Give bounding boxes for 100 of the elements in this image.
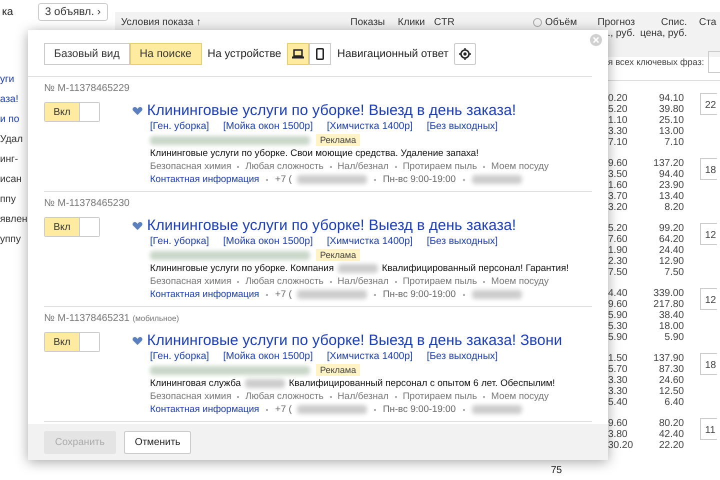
table-cell-text: 3.30 — [608, 375, 628, 386]
sitelink[interactable]: [Мойка окон 1500р] — [223, 351, 313, 362]
ads-count-button[interactable]: 3 объявл. › — [38, 3, 108, 21]
page-text: исан — [0, 174, 23, 185]
sitelink[interactable]: [Мойка окон 1500р] — [223, 121, 313, 132]
phone-icon — [316, 48, 324, 60]
table-cell-text: 5.90 — [664, 332, 684, 343]
bid-input[interactable]: 22 — [700, 93, 717, 115]
ad-title-link[interactable]: Клининговые услуги по уборке! Выезд в день заказа! — [147, 102, 516, 119]
table-cell-text: 23.90 — [658, 180, 684, 191]
ad-text: Клининговые услуги по уборке. Компания — [150, 263, 334, 274]
bid-input[interactable]: 18 — [700, 353, 717, 375]
table-cell-text: 3.30 — [608, 386, 628, 397]
sitelink[interactable]: [Мойка окон 1500р] — [223, 236, 313, 247]
ad-number: № M-11378465230 — [44, 198, 130, 209]
blurred-text — [472, 175, 522, 184]
table-cell-text: 13.40 — [658, 191, 684, 202]
ad-title-link[interactable]: Клининговые услуги по уборке! Выезд в день заказа! — [147, 217, 516, 234]
sitelink[interactable]: [Химчистка 1400р] — [326, 121, 413, 132]
device-toggle[interactable] — [309, 43, 332, 65]
separator-dot-icon — [374, 294, 376, 296]
table-cell-text: 38.40 — [658, 310, 684, 321]
table-cell: 30.20 — [608, 440, 634, 451]
separator-dot-icon — [237, 396, 240, 398]
callout-text: Нал/безнал — [338, 161, 389, 172]
view-tab[interactable]: Базовый вид — [44, 43, 130, 65]
blurred-text — [338, 264, 378, 273]
page-text: явлен — [0, 214, 28, 225]
target-button[interactable] — [454, 43, 476, 65]
bid-input[interactable]: 12 — [700, 223, 717, 245]
column-header: Ста — [698, 17, 718, 28]
blurred-text — [244, 379, 285, 388]
column-header: Условия показа ↑ — [121, 17, 202, 28]
ad-text: Квалифицированный персонал! Гарантия! — [382, 263, 569, 274]
sitelink[interactable]: [Ген. уборка] — [150, 236, 210, 247]
on-off-toggle[interactable]: Вкл — [44, 217, 100, 237]
callout-text: Нал/безнал — [338, 391, 389, 402]
hours-text: Пн-вс 9:00-19:00 — [382, 404, 456, 415]
table-cell-text: 137.90 — [652, 353, 684, 364]
bid-input[interactable]: 18 — [700, 158, 717, 180]
phone-text: +7 ( — [275, 289, 292, 300]
page-text: и по — [0, 114, 20, 125]
table-cell-text: 0.20 — [608, 93, 628, 104]
laptop-icon — [292, 49, 304, 59]
on-off-toggle[interactable]: Вкл — [44, 332, 100, 352]
sitelink[interactable]: [Без выходных] — [426, 121, 498, 132]
on-off-toggle[interactable]: Вкл — [44, 102, 100, 122]
view-tab[interactable]: На поиске — [130, 43, 202, 65]
ad-text: Квалифицированный персонал с опытом 6 лет. Обеспылим! — [288, 378, 556, 389]
separator-dot-icon — [462, 294, 465, 296]
separator-dot-icon — [483, 280, 486, 282]
table-cell-text: 18.00 — [658, 321, 684, 332]
bid-input[interactable]: 12 — [700, 288, 717, 310]
device-toggle[interactable] — [287, 43, 310, 65]
table-cell-text: 217.80 — [652, 299, 684, 310]
separator-dot-icon — [374, 408, 376, 410]
callout-text: Моем посуду — [491, 276, 549, 287]
separator-dot-icon — [237, 166, 240, 168]
column-header: ., руб. — [606, 28, 635, 39]
contact-info-link[interactable]: Контактная информация — [150, 404, 260, 415]
table-cell-text: 9.60 — [608, 418, 628, 429]
sitelink[interactable]: [Без выходных] — [426, 236, 498, 247]
table-cell-text: 7.50 — [608, 267, 628, 278]
bid-input[interactable]: 11 — [700, 418, 717, 440]
callout-text: Любая сложность — [245, 161, 324, 172]
callout-text: Протираем пыль — [402, 391, 478, 402]
page-text: ка — [1, 6, 14, 18]
table-cell-text: 9.60 — [608, 158, 628, 169]
cancel-button[interactable]: Отменить — [124, 430, 192, 454]
table-cell-text: 1.10 — [608, 115, 628, 126]
callout-text: Безопасная химия — [150, 276, 232, 287]
table-cell-text: 1.90 — [608, 245, 628, 256]
table-cell-text: 39.80 — [658, 104, 684, 115]
table-cell-text: 80.20 — [658, 418, 684, 429]
separator-dot-icon — [330, 396, 332, 398]
phone-text: +7 ( — [275, 404, 292, 415]
ad-note: (мобильное) — [132, 314, 180, 323]
column-header: Спис. цена, руб. — [639, 17, 687, 39]
sitelink[interactable]: [Химчистка 1400р] — [326, 351, 413, 362]
separator-dot-icon — [483, 166, 486, 168]
column-header: Прогноз — [596, 17, 635, 28]
bid-input[interactable] — [708, 51, 720, 73]
callout-text: Любая сложность — [245, 276, 324, 287]
sitelink[interactable]: [Ген. уборка] — [150, 351, 210, 362]
separator-dot-icon — [483, 396, 486, 398]
ad-title-link[interactable]: Клининговые услуги по уборке! Выезд в день заказа! Звони — [147, 332, 562, 349]
blurred-text — [296, 175, 367, 184]
sitelink[interactable]: [Химчистка 1400р] — [326, 236, 413, 247]
table-cell-text: 3.30 — [608, 126, 628, 137]
contact-info-link[interactable]: Контактная информация — [150, 289, 260, 300]
hours-text: Пн-вс 9:00-19:00 — [382, 289, 456, 300]
contact-info-link[interactable]: Контактная информация — [150, 174, 260, 185]
page-text: аза! — [0, 94, 20, 105]
blurred-text — [472, 290, 522, 299]
sitelink[interactable]: [Без выходных] — [426, 351, 498, 362]
separator-dot-icon — [462, 178, 465, 180]
toolbar-label: На устройстве — [208, 48, 282, 60]
ad-label: Реклама — [316, 364, 360, 376]
table-cell-text: 94.40 — [658, 169, 684, 180]
sitelink[interactable]: [Ген. уборка] — [150, 121, 210, 132]
